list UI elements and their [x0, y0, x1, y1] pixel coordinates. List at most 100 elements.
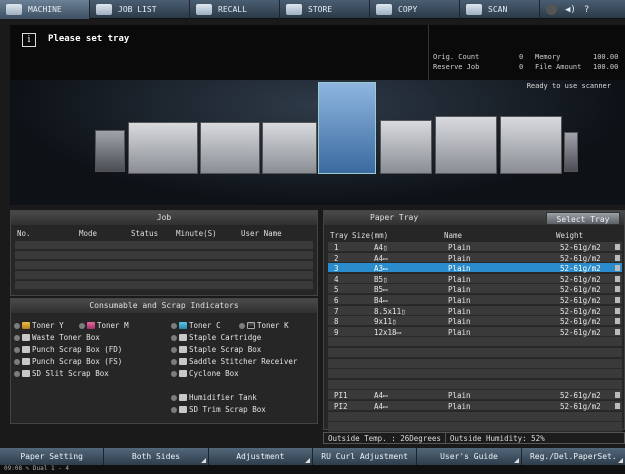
main-body-unit-1[interactable]: [128, 122, 198, 174]
toner-m-indicator[interactable]: Toner M: [79, 321, 129, 330]
reserve-job-label: Reserve Job: [433, 63, 480, 71]
toner-k-label: Toner K: [257, 321, 289, 330]
status-dot: [171, 394, 177, 401]
tray-level-icon: [615, 286, 620, 293]
feeder-unit[interactable]: [95, 130, 125, 172]
punch-scrap-fd-indicator[interactable]: Punch Scrap Box (FD): [14, 345, 122, 354]
toner-k-indicator[interactable]: Toner K: [239, 321, 289, 330]
punch-scrap-fs-indicator[interactable]: Punch Scrap Box (FS): [14, 357, 122, 366]
saddle-stitcher-indicator[interactable]: Saddle Stitcher Receiver: [171, 357, 297, 366]
sd-trim-scrap-indicator[interactable]: SD Trim Scrap Box: [171, 405, 266, 414]
machine-illustration[interactable]: Ready to use scanner: [10, 80, 625, 205]
staple-cartridge-indicator[interactable]: Staple Cartridge: [171, 333, 261, 342]
status-dot: [14, 358, 20, 365]
tray-row[interactable]: 2 A4▭ Plain 52-61g/m2: [328, 252, 622, 263]
tab-store[interactable]: STORE: [280, 0, 370, 19]
tray-row-empty: [328, 337, 622, 348]
finisher-unit-2[interactable]: [435, 116, 497, 174]
tray-row-empty: [328, 369, 622, 380]
consumables-title: Consumable and Scrap Indicators: [11, 299, 317, 313]
tray-cell-weight: 52-61g/m2: [560, 253, 601, 263]
message-text: Please set tray: [48, 34, 130, 44]
tray-row[interactable]: 1 A4▯ Plain 52-61g/m2: [328, 242, 622, 252]
output-tray[interactable]: [564, 132, 578, 172]
tray-cell-name: Plain: [448, 274, 471, 284]
waste-toner-indicator[interactable]: Waste Toner Box: [14, 333, 100, 342]
toner-c-indicator[interactable]: Toner C: [171, 321, 221, 330]
job-row[interactable]: [15, 271, 313, 280]
tray-cell-weight: 52-61g/m2: [560, 296, 601, 305]
tray-row[interactable]: PI2 A4▭ Plain 52-61g/m2: [328, 401, 622, 411]
tab-scan[interactable]: SCAN: [460, 0, 540, 19]
tray-level-icon: [615, 265, 620, 272]
tray-cell-size: B5▭: [374, 285, 388, 295]
cyclone-icon: [179, 370, 187, 377]
status-dot: [171, 406, 177, 413]
staple-scrap-indicator[interactable]: Staple Scrap Box: [171, 345, 261, 354]
tray-row[interactable]: PI1 A4▭ Plain 52-61g/m2: [328, 390, 622, 401]
job-row[interactable]: [15, 241, 313, 250]
tray-cell-tray: PI1: [334, 391, 348, 401]
job-row[interactable]: [15, 281, 313, 290]
tray-cell-weight: 52-61g/m2: [560, 327, 601, 337]
tab-job-list[interactable]: JOB LIST: [90, 0, 190, 19]
tab-copy[interactable]: COPY: [370, 0, 460, 19]
tray-cell-name: Plain: [448, 243, 471, 252]
submenu-corner-icon: [513, 458, 519, 463]
outside-temp: Outside Temp. : 26Degrees: [324, 433, 446, 443]
tab-extra[interactable]: ◀) ?: [540, 0, 625, 19]
paper-setting-button[interactable]: Paper Setting: [0, 448, 105, 465]
tray-cell-tray: 9: [334, 327, 339, 337]
memory-label: Memory: [535, 53, 561, 61]
tray-row[interactable]: 5 B5▭ Plain 52-61g/m2: [328, 284, 622, 295]
reg-del-paperset-button[interactable]: Reg./Del.PaperSet.: [522, 448, 625, 465]
tab-recall[interactable]: RECALL: [190, 0, 280, 19]
both-sides-button[interactable]: Both Sides: [104, 448, 209, 465]
users-guide-button[interactable]: User's Guide: [417, 448, 522, 465]
file-amount-label: File Amount: [535, 63, 582, 71]
main-body-unit-3[interactable]: [262, 122, 317, 174]
job-row[interactable]: [15, 261, 313, 270]
tab-machine[interactable]: MACHINE: [0, 0, 90, 19]
selected-unit[interactable]: [318, 82, 376, 174]
job-row[interactable]: [15, 251, 313, 260]
tray-row[interactable]: 9 12x18▭ Plain 52-61g/m2: [328, 326, 622, 337]
punch-icon: [22, 346, 30, 353]
outside-humidity: Outside Humidity: 52%: [446, 433, 549, 443]
tray-cell-name: Plain: [448, 264, 471, 274]
toner-y-indicator[interactable]: Toner Y: [14, 321, 64, 330]
tray-row[interactable]: 7 8.5x11▯ Plain 52-61g/m2: [328, 305, 622, 316]
ru-curl-adjustment-button[interactable]: RU Curl Adjustment: [313, 448, 418, 465]
tray-row[interactable]: 4 B5▯ Plain 52-61g/m2: [328, 273, 622, 284]
tray-cell-weight: 52-61g/m2: [560, 274, 601, 284]
toner-icon: [247, 322, 255, 329]
tray-cell-size: 12x18▭: [374, 327, 402, 337]
tray-col-tray: Tray: [330, 231, 349, 240]
main-body-unit-2[interactable]: [200, 122, 260, 174]
tray-cell-tray: 5: [334, 285, 339, 295]
saddle-icon: [179, 358, 187, 365]
footer-status: 09:08 ✎ Dual 1 - 4: [0, 465, 625, 474]
toner-m-label: Toner M: [97, 321, 129, 330]
help-icon: ?: [583, 4, 590, 15]
select-tray-button[interactable]: Select Tray: [546, 212, 620, 225]
cyclone-box-indicator[interactable]: Cyclone Box: [171, 369, 239, 378]
submenu-corner-icon: [617, 458, 623, 463]
status-dot: [171, 370, 177, 377]
tank-icon: [179, 394, 187, 401]
tray-row[interactable]: 3 A3▭ Plain 52-61g/m2: [328, 263, 622, 274]
ru-curl-adjustment-label: RU Curl Adjustment: [321, 452, 408, 461]
punch-scrap-fd-label: Punch Scrap Box (FD): [32, 345, 123, 354]
sd-trim-scrap-label: SD Trim Scrap Box: [189, 405, 266, 414]
job-panel: Job No. Mode Status Minute(S) User Name: [10, 210, 318, 296]
humidifier-tank-indicator[interactable]: Humidifier Tank: [171, 393, 257, 402]
humidifier-tank-label: Humidifier Tank: [189, 393, 257, 402]
tray-level-icon: [615, 318, 620, 325]
adjustment-button[interactable]: Adjustment: [209, 448, 313, 465]
tray-row[interactable]: 8 9x11▯ Plain 52-61g/m2: [328, 316, 622, 327]
finisher-unit-3[interactable]: [500, 116, 562, 174]
sd-slit-scrap-indicator[interactable]: SD Slit Scrap Box: [14, 369, 109, 378]
tray-row[interactable]: 6 B4▭ Plain 52-61g/m2: [328, 295, 622, 305]
finisher-unit-1[interactable]: [380, 120, 432, 174]
tab-scan-label: SCAN: [488, 5, 508, 14]
